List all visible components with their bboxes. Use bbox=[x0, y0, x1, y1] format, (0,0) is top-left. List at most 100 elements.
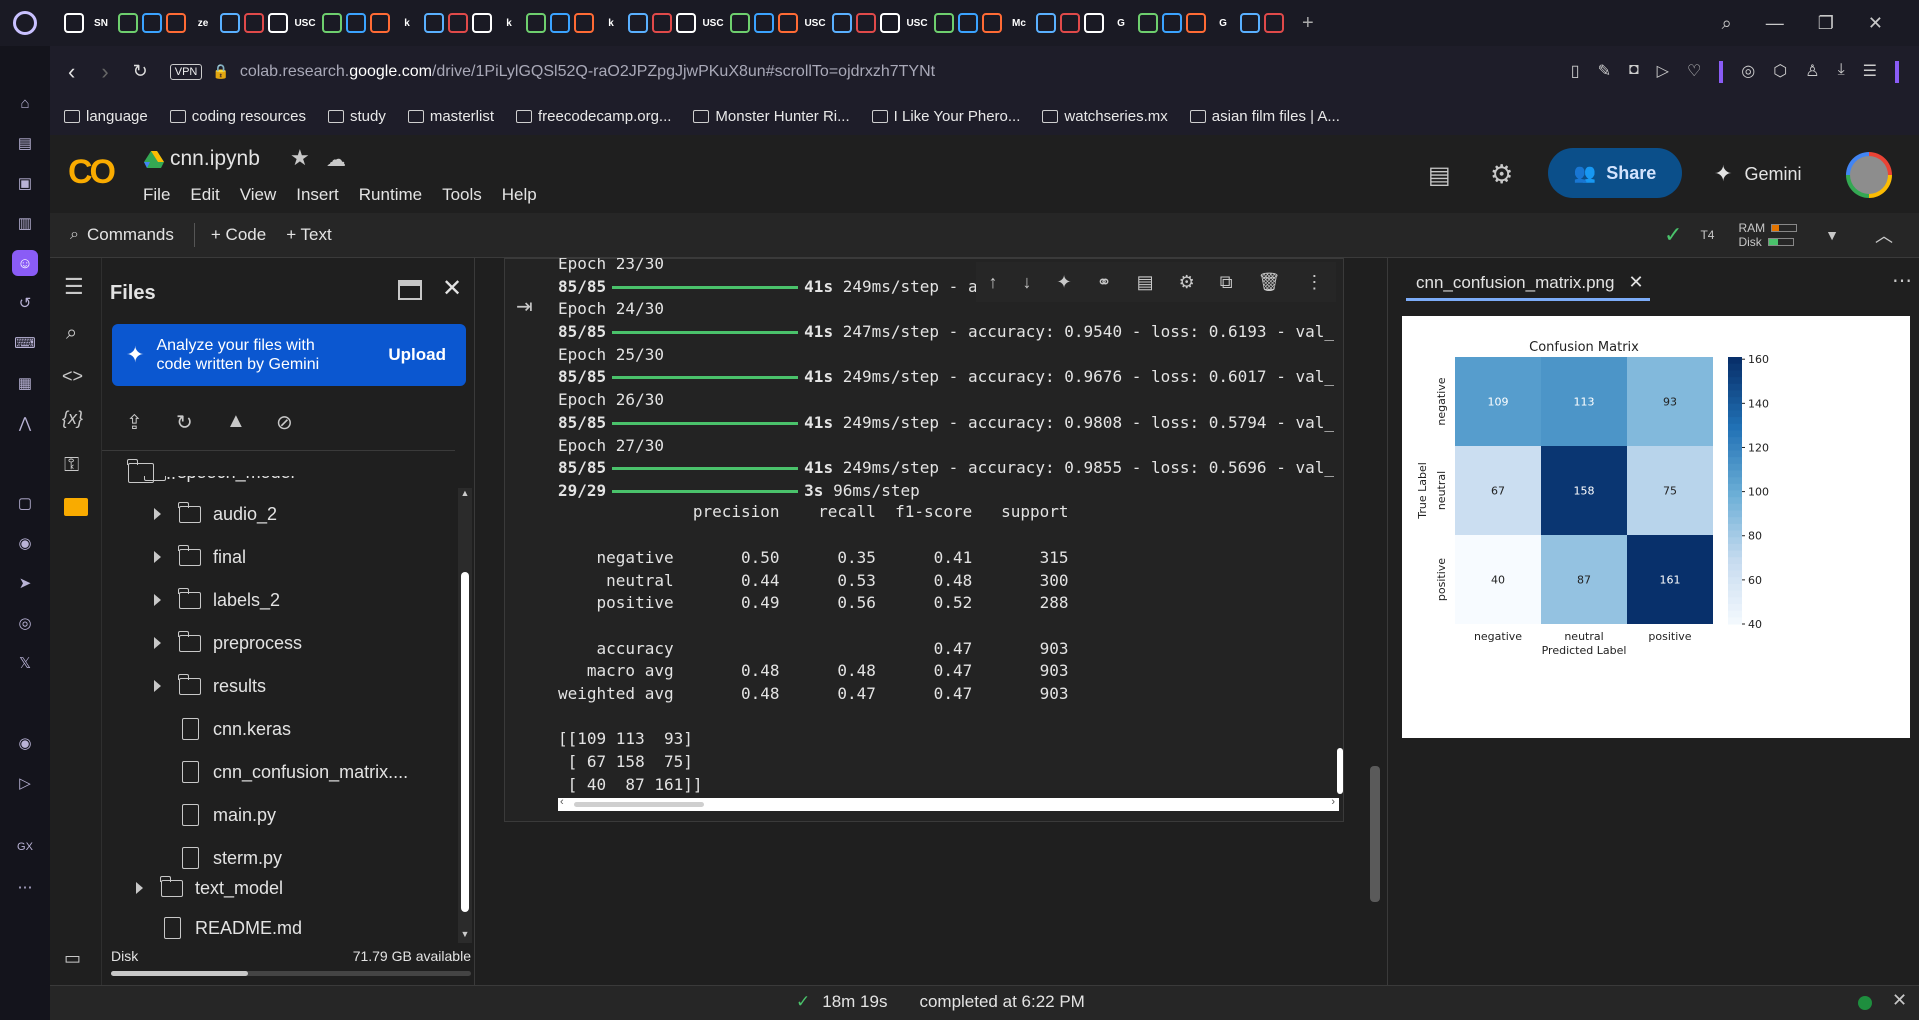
browser-tab-favicon-icon[interactable] bbox=[1138, 13, 1158, 33]
menu-help[interactable]: Help bbox=[502, 185, 537, 205]
back-icon[interactable]: ‹ bbox=[68, 59, 75, 85]
vpn-badge[interactable]: VPN bbox=[169, 63, 203, 80]
bookmark-item[interactable]: study bbox=[327, 108, 386, 125]
browser-tab-favicon-icon[interactable] bbox=[322, 13, 342, 33]
gx-icon[interactable]: ▦ bbox=[12, 370, 38, 396]
browser-tab-favicon-icon[interactable] bbox=[1264, 13, 1284, 33]
code-snippets-icon[interactable]: <> bbox=[62, 366, 83, 387]
browser-tab-favicon-icon[interactable]: USC bbox=[802, 10, 828, 36]
profile-icon[interactable]: ♙ bbox=[1805, 61, 1819, 83]
bookmark-item[interactable]: I Like Your Phero... bbox=[871, 108, 1020, 125]
tree-scrollbar[interactable]: ▲ ▼ bbox=[458, 488, 472, 943]
arc-icon[interactable]: ⋀ bbox=[12, 410, 38, 436]
horizontal-scrollbar[interactable]: ‹ › bbox=[558, 796, 1339, 811]
forward-icon[interactable]: › bbox=[101, 59, 108, 85]
star-icon[interactable]: ★ bbox=[290, 145, 310, 171]
menu-tools[interactable]: Tools bbox=[442, 185, 482, 205]
browser-tab-favicon-icon[interactable] bbox=[220, 13, 240, 33]
more-icon[interactable]: ⋯ bbox=[12, 874, 38, 900]
browser-tab-favicon-icon[interactable] bbox=[370, 13, 390, 33]
share-button[interactable]: 👥 Share bbox=[1548, 148, 1682, 198]
new-tab-icon[interactable]: + bbox=[1302, 12, 1314, 35]
browser-tab-favicon-icon[interactable]: Mc bbox=[1006, 10, 1032, 36]
edit-icon[interactable]: ✎ bbox=[1598, 61, 1611, 83]
browser-tab-favicon-icon[interactable]: USC bbox=[904, 10, 930, 36]
avatar[interactable] bbox=[1846, 152, 1892, 198]
telegram-icon[interactable]: ➤ bbox=[12, 570, 38, 596]
image-tab[interactable]: cnn_confusion_matrix.png ✕ bbox=[1416, 272, 1644, 293]
browser-tab-favicon-icon[interactable]: SN bbox=[88, 10, 114, 36]
history-icon[interactable]: ↺ bbox=[12, 290, 38, 316]
browser-tab-favicon-icon[interactable] bbox=[958, 13, 978, 33]
browser-tab-favicon-icon[interactable]: G bbox=[1210, 10, 1236, 36]
tree-file-row[interactable]: cnn.keras bbox=[182, 711, 291, 747]
spotify-icon[interactable]: ◉ bbox=[12, 730, 38, 756]
variables-icon[interactable]: {x} bbox=[62, 408, 83, 429]
panel-menu-icon[interactable]: ⋯ bbox=[1892, 268, 1912, 293]
browser-tab-favicon-icon[interactable] bbox=[628, 13, 648, 33]
tree-folder-row[interactable]: final bbox=[154, 539, 246, 575]
close-window-icon[interactable]: ✕ bbox=[1868, 13, 1883, 34]
collapse-header-icon[interactable]: ︿ bbox=[1875, 222, 1893, 248]
reload-icon[interactable]: ↻ bbox=[133, 61, 148, 82]
twitch-icon[interactable]: ▢ bbox=[12, 490, 38, 516]
expand-caret-icon[interactable] bbox=[154, 680, 161, 692]
close-tab-icon[interactable]: ✕ bbox=[1628, 272, 1643, 293]
add-code-button[interactable]: + Code bbox=[211, 225, 266, 245]
browser-tab-favicon-icon[interactable] bbox=[166, 13, 186, 33]
browser-tab-favicon-icon[interactable] bbox=[880, 13, 900, 33]
browser-tab-favicon-icon[interactable] bbox=[982, 13, 1002, 33]
browser-tab-favicon-icon[interactable]: k bbox=[394, 10, 420, 36]
browser-tab-favicon-icon[interactable]: USC bbox=[292, 10, 318, 36]
send-icon[interactable]: ▷ bbox=[12, 770, 38, 796]
browser-tab-favicon-icon[interactable]: G bbox=[1108, 10, 1134, 36]
browser-tab-favicon-icon[interactable] bbox=[244, 13, 264, 33]
expand-caret-icon[interactable] bbox=[154, 637, 161, 649]
mirror-cell-icon[interactable]: ⧉ bbox=[1220, 272, 1233, 293]
browser-tab-favicon-icon[interactable] bbox=[1060, 13, 1080, 33]
gemini-button[interactable]: ✦ Gemini bbox=[1714, 161, 1801, 187]
tree-file-row[interactable]: cnn_confusion_matrix.... bbox=[182, 754, 408, 790]
runtime-dropdown-icon[interactable]: ▼ bbox=[1825, 227, 1839, 243]
status-close-icon[interactable]: ✕ bbox=[1892, 990, 1907, 1011]
tree-row-readme[interactable]: README.md bbox=[164, 910, 302, 946]
home-icon[interactable]: ⌂ bbox=[12, 90, 38, 116]
menu-edit[interactable]: Edit bbox=[190, 185, 219, 205]
commands-button[interactable]: Commands bbox=[87, 225, 174, 245]
aria-icon[interactable]: ☺ bbox=[12, 250, 38, 276]
comment-icon[interactable]: ▤ bbox=[1137, 272, 1154, 293]
expand-caret-icon[interactable] bbox=[136, 882, 143, 894]
easy-setup-icon[interactable]: ☰ bbox=[1863, 61, 1877, 83]
runtime-type[interactable]: T4 bbox=[1700, 228, 1714, 242]
x-icon[interactable]: 𝕏 bbox=[12, 650, 38, 676]
opera-logo-icon[interactable] bbox=[0, 11, 50, 35]
tree-file-row[interactable]: main.py bbox=[182, 797, 276, 833]
expand-caret-icon[interactable] bbox=[154, 594, 161, 606]
tree-folder-row[interactable]: results bbox=[154, 668, 266, 704]
bookmark-item[interactable]: watchseries.mx bbox=[1042, 108, 1168, 125]
menu-runtime[interactable]: Runtime bbox=[359, 185, 422, 205]
browser-tab-favicon-icon[interactable] bbox=[1084, 13, 1104, 33]
colab-logo[interactable]: CO bbox=[68, 153, 116, 192]
cube-icon[interactable]: ⬡ bbox=[1773, 61, 1787, 83]
tree-folder-row[interactable]: labels_2 bbox=[154, 582, 280, 618]
camera-icon[interactable]: ◘ bbox=[1629, 61, 1639, 83]
browser-tab-favicon-icon[interactable] bbox=[1240, 13, 1260, 33]
browser-tab-favicon-icon[interactable] bbox=[934, 13, 954, 33]
bookmark-item[interactable]: coding resources bbox=[169, 108, 306, 125]
mouse-icon[interactable]: ◎ bbox=[1741, 61, 1755, 83]
browser-tab-favicon-icon[interactable] bbox=[1162, 13, 1182, 33]
sidebar-toggle-icon[interactable] bbox=[1895, 60, 1899, 83]
download-icon[interactable]: ⤓ bbox=[1838, 61, 1845, 83]
bookmark-item[interactable]: asian film files | A... bbox=[1189, 108, 1340, 125]
expand-caret-icon[interactable] bbox=[154, 508, 161, 520]
bookmark-item[interactable]: Monster Hunter Ri... bbox=[693, 108, 850, 125]
browser-tab-favicon-icon[interactable] bbox=[730, 13, 750, 33]
menu-file[interactable]: File bbox=[143, 185, 170, 205]
table-of-contents-icon[interactable]: ☰ bbox=[64, 274, 84, 300]
bookmark-item[interactable]: language bbox=[64, 108, 148, 125]
send-page-icon[interactable]: ▷ bbox=[1657, 61, 1669, 83]
player-icon[interactable]: ▣ bbox=[12, 170, 38, 196]
execution-status[interactable]: ✓ 18m 19s completed at 6:22 PM bbox=[796, 992, 1085, 1012]
gemini-cell-icon[interactable]: ✦ bbox=[1056, 272, 1071, 293]
